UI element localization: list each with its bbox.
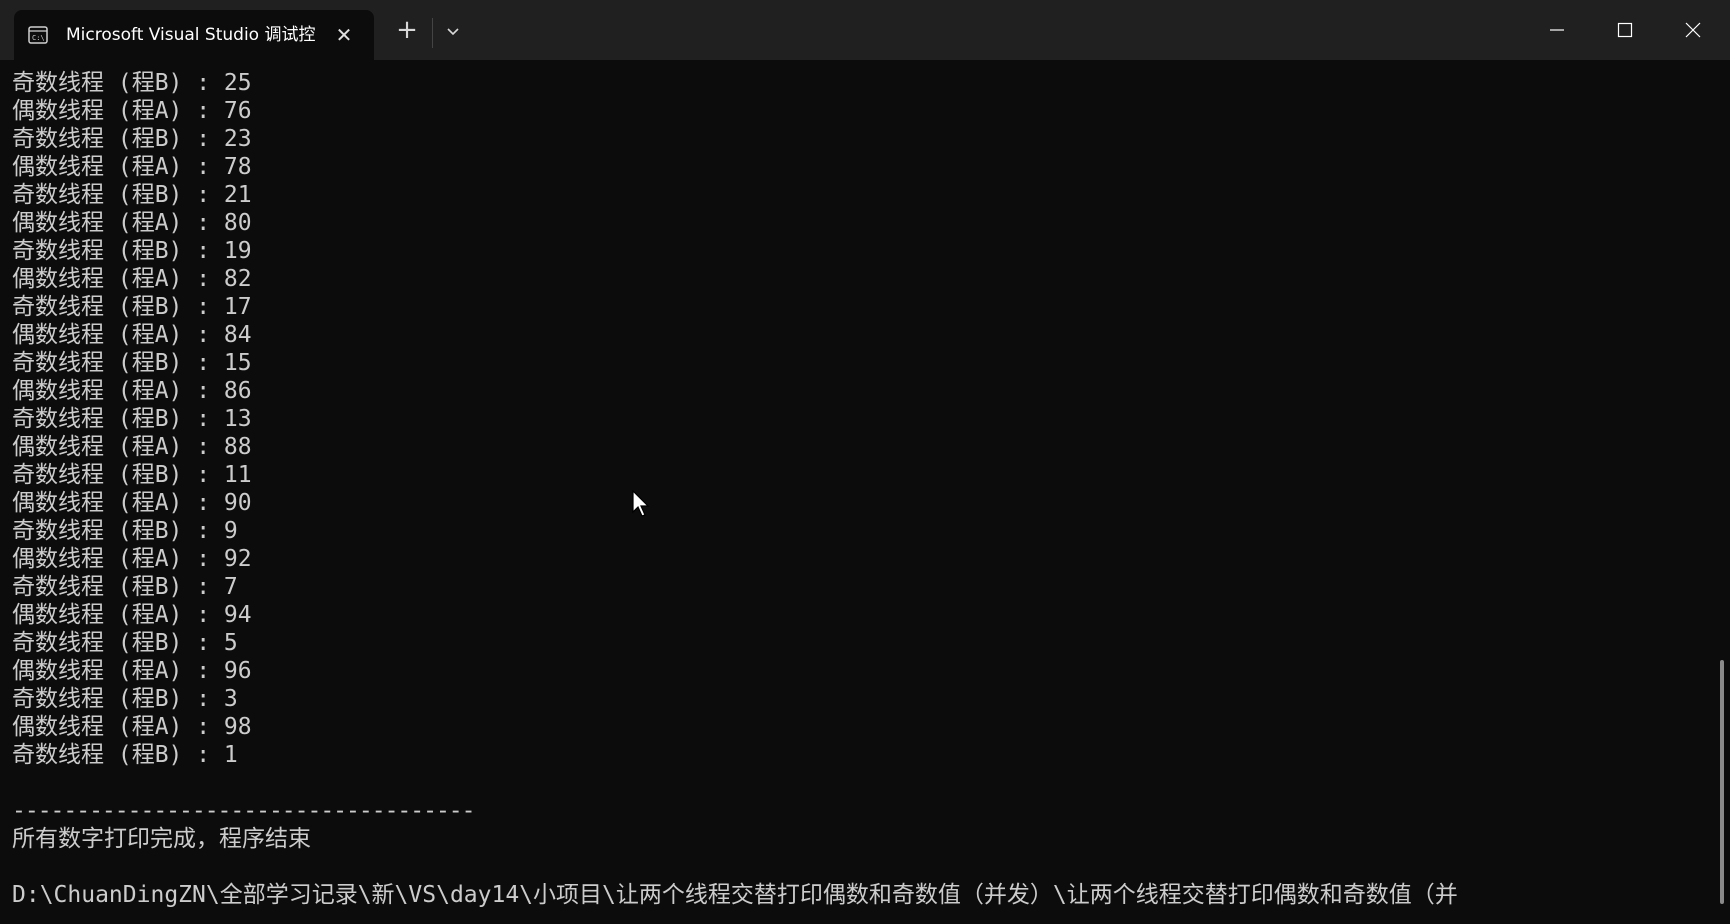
- finish-message: 所有数字打印完成，程序结束: [12, 826, 311, 852]
- output-line: 奇数线程 (程B) : 5: [12, 630, 238, 656]
- terminal-output[interactable]: 奇数线程 (程B) : 25 偶数线程 (程A) : 76 奇数线程 (程B) …: [0, 60, 1714, 924]
- minimize-button[interactable]: [1523, 0, 1591, 60]
- terminal-window: C:\ Microsoft Visual Studio 调试控 ✕ + 奇数线程…: [0, 0, 1730, 924]
- maximize-button[interactable]: [1591, 0, 1659, 60]
- output-line: 偶数线程 (程A) : 96: [12, 658, 252, 684]
- output-line: 奇数线程 (程B) : 23: [12, 126, 252, 152]
- scrollbar-thumb[interactable]: [1720, 660, 1724, 904]
- output-line: 偶数线程 (程A) : 94: [12, 602, 252, 628]
- output-line: 奇数线程 (程B) : 13: [12, 406, 252, 432]
- output-line: 偶数线程 (程A) : 86: [12, 378, 252, 404]
- tab-dropdown-button[interactable]: [440, 18, 466, 44]
- tab-active[interactable]: C:\ Microsoft Visual Studio 调试控 ✕: [14, 10, 374, 60]
- output-line: 奇数线程 (程B) : 17: [12, 294, 252, 320]
- output-line: 偶数线程 (程A) : 78: [12, 154, 252, 180]
- output-line: 偶数线程 (程A) : 98: [12, 714, 252, 740]
- close-window-button[interactable]: [1659, 0, 1727, 60]
- output-line: 奇数线程 (程B) : 9: [12, 518, 238, 544]
- tab-divider: [432, 18, 433, 48]
- close-tab-button[interactable]: ✕: [332, 23, 356, 47]
- output-line: 奇数线程 (程B) : 21: [12, 182, 252, 208]
- output-line: 偶数线程 (程A) : 82: [12, 266, 252, 292]
- output-line: 奇数线程 (程B) : 7: [12, 574, 238, 600]
- separator-line: ------------------------------------: [12, 798, 475, 824]
- output-line: 偶数线程 (程A) : 92: [12, 546, 252, 572]
- minimize-icon: [1550, 29, 1564, 31]
- output-line: 奇数线程 (程B) : 19: [12, 238, 252, 264]
- output-line: 奇数线程 (程B) : 15: [12, 350, 252, 376]
- output-line: 奇数线程 (程B) : 1: [12, 742, 238, 768]
- console-icon: C:\: [28, 26, 48, 44]
- output-line: 奇数线程 (程B) : 25: [12, 70, 252, 96]
- output-line: 偶数线程 (程A) : 90: [12, 490, 252, 516]
- svg-text:C:\: C:\: [32, 34, 45, 42]
- tab-title: Microsoft Visual Studio 调试控: [66, 25, 316, 45]
- title-bar: C:\ Microsoft Visual Studio 调试控 ✕ +: [0, 0, 1730, 60]
- chevron-down-icon: [447, 28, 459, 36]
- output-line: 偶数线程 (程A) : 88: [12, 434, 252, 460]
- path-line: D:\ChuanDingZN\全部学习记录\新\VS\day14\小项目\让两个…: [12, 882, 1458, 908]
- vertical-scrollbar[interactable]: [1714, 60, 1730, 924]
- close-icon: [1685, 22, 1701, 38]
- output-line: 偶数线程 (程A) : 76: [12, 98, 252, 124]
- new-tab-button[interactable]: +: [392, 15, 422, 45]
- output-line: 偶数线程 (程A) : 84: [12, 322, 252, 348]
- output-line: 奇数线程 (程B) : 3: [12, 686, 238, 712]
- output-line: 偶数线程 (程A) : 80: [12, 210, 252, 236]
- output-line: 奇数线程 (程B) : 11: [12, 462, 252, 488]
- mouse-pointer-icon: [632, 490, 650, 517]
- maximize-icon: [1617, 22, 1633, 38]
